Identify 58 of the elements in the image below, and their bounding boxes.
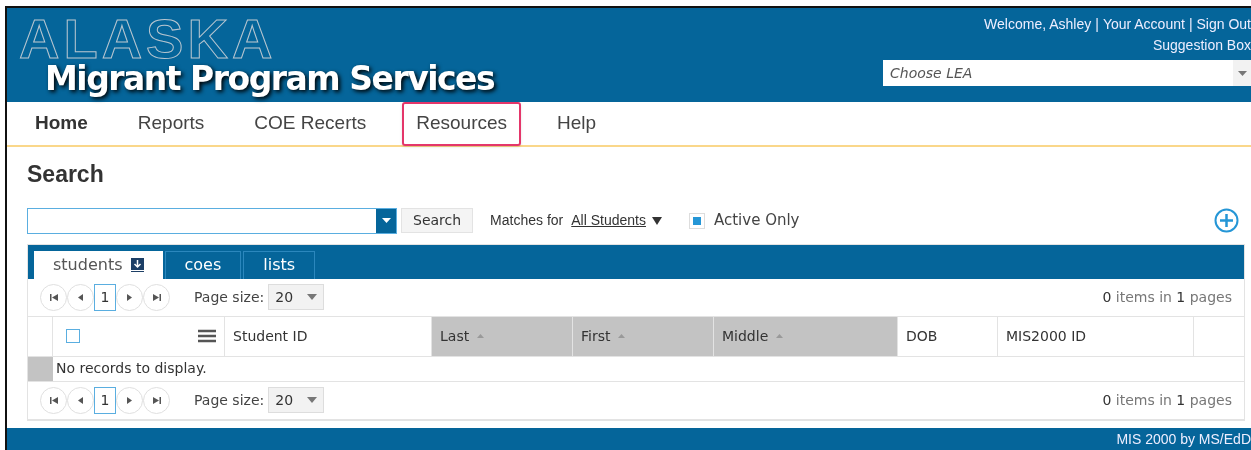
link-separator: | xyxy=(1095,15,1099,34)
sort-arrow-icon xyxy=(477,334,485,338)
last-page-icon xyxy=(152,293,161,301)
caret-icon xyxy=(1237,70,1247,76)
caret-icon xyxy=(651,216,662,225)
grid-tab[interactable]: lists xyxy=(243,250,316,279)
row-header-cell xyxy=(28,356,53,381)
lea-select[interactable]: Choose LEA xyxy=(883,60,1251,86)
active-only-checkbox[interactable] xyxy=(688,212,705,229)
search-field[interactable] xyxy=(27,207,397,234)
column-header[interactable]: MIS2000 ID xyxy=(998,316,1194,356)
previous-page-icon xyxy=(78,293,83,301)
next-page-icon xyxy=(127,293,132,301)
select-all-checkbox[interactable] xyxy=(66,329,80,343)
previous-page-icon xyxy=(78,396,83,404)
link-separator: | xyxy=(1188,15,1193,34)
download-icon xyxy=(130,257,144,272)
nav-tab[interactable]: Resources xyxy=(402,101,522,146)
page-size-select[interactable]: 20 xyxy=(268,387,325,413)
pager-info: 0 items in 1 pages xyxy=(1102,390,1232,410)
nav-tab[interactable]: Reports xyxy=(123,101,219,146)
footer-text: MIS 2000 by MS/EdD xyxy=(1116,429,1251,449)
page-title: Search xyxy=(27,160,105,189)
empty-message: No records to display. xyxy=(55,359,207,378)
header-link[interactable]: Sign Out xyxy=(1196,14,1251,35)
first-page-icon xyxy=(49,396,58,404)
caret-icon xyxy=(381,218,391,223)
page-size-label: Page size: xyxy=(194,390,265,410)
menu-icon[interactable] xyxy=(198,329,216,343)
caret-icon xyxy=(307,397,318,403)
page-number-button[interactable]: 1 xyxy=(94,386,116,414)
first-page-icon xyxy=(49,293,58,301)
page-number-button[interactable]: 1 xyxy=(94,283,116,311)
grid-tab[interactable]: coes xyxy=(164,250,242,279)
page-size-label: Page size: xyxy=(194,287,265,307)
sort-arrow-icon xyxy=(618,334,626,338)
last-page-icon xyxy=(152,396,161,404)
column-header[interactable]: Middle xyxy=(714,316,898,356)
header-link[interactable]: Your Account xyxy=(1102,14,1185,35)
suggestion-box-link[interactable]: Suggestion Box xyxy=(1152,35,1251,56)
header-link[interactable]: Welcome, Ashley xyxy=(984,14,1092,35)
add-icon[interactable] xyxy=(1214,208,1239,233)
matches-label: Matches for xyxy=(490,211,564,230)
sort-arrow-icon xyxy=(776,334,784,338)
search-button[interactable]: Search xyxy=(401,208,474,233)
column-header[interactable]: First xyxy=(573,316,714,356)
column-header[interactable]: Last xyxy=(432,316,573,356)
nav-tab[interactable]: Help xyxy=(543,101,611,146)
nav-tab[interactable]: Home xyxy=(21,101,102,146)
active-only-label: Active Only xyxy=(713,210,800,232)
column-header[interactable]: DOB xyxy=(898,316,998,356)
matches-dropdown-link[interactable]: All Students xyxy=(571,210,646,231)
page-size-select[interactable]: 20 xyxy=(268,284,325,310)
next-page-icon xyxy=(127,396,132,404)
grid-tab[interactable]: students xyxy=(34,250,163,279)
caret-icon xyxy=(307,294,318,300)
pager-info: 0 items in 1 pages xyxy=(1102,287,1232,307)
nav-tab[interactable]: COE Recerts xyxy=(240,101,381,146)
